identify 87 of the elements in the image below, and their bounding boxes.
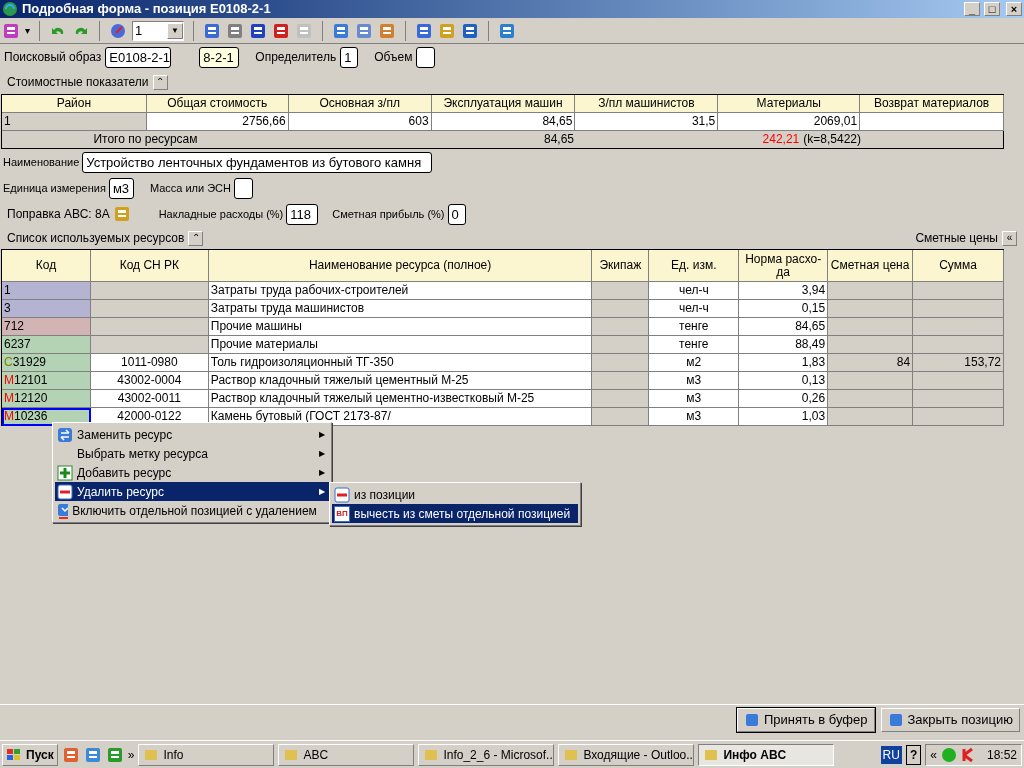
- table-cell: м3: [649, 408, 740, 426]
- submenu-arrow: ▶: [319, 485, 325, 498]
- determinant-field[interactable]: 1: [340, 46, 359, 68]
- menu-item[interactable]: Добавить ресурс ▶: [55, 463, 329, 482]
- minus-icon: [57, 483, 73, 500]
- menu-item[interactable]: Включить отдельной позицией с удалением: [55, 501, 329, 520]
- table-cell: 1: [2, 113, 147, 131]
- volume-field[interactable]: [416, 46, 436, 68]
- submenu-arrow: ▶: [319, 447, 325, 460]
- accept-button[interactable]: Принять в буфер: [736, 707, 875, 732]
- section-title: Стоимостные показатели: [7, 74, 149, 91]
- taskbar-button[interactable]: ABC: [278, 743, 415, 766]
- table-cell: [592, 282, 650, 300]
- profit-label: Сметная прибыль (%): [332, 206, 445, 222]
- taskbar-button[interactable]: Инфо ABC: [698, 743, 835, 766]
- clock: 18:52: [986, 746, 1017, 764]
- mass-label: Масса или ЭСН: [149, 180, 231, 196]
- code-cell[interactable]: М10236: [2, 408, 91, 426]
- overhead-field[interactable]: 118: [286, 203, 319, 225]
- windows-logo: [6, 747, 22, 762]
- window-title: Подробная форма - позиция Е0108-2-1: [22, 0, 272, 19]
- prices-label: Сметные цены: [915, 230, 998, 247]
- tray-expand: «: [930, 746, 937, 764]
- total-label: Итого по ресурсам: [92, 131, 199, 148]
- total-machines: 84,65: [542, 131, 575, 148]
- volume-label: Объем: [374, 49, 413, 66]
- language-indicator: RU: [880, 745, 902, 764]
- swap-icon: [57, 426, 73, 443]
- coefficient: (k=8,5422): [803, 131, 861, 148]
- code-cell[interactable]: М12101: [2, 372, 91, 390]
- section-title: Список используемых ресурсов: [7, 230, 185, 247]
- code-cell[interactable]: 712: [2, 318, 91, 336]
- submenu-arrow: ▶: [319, 428, 325, 441]
- search-label: Поисковый образ: [4, 49, 102, 66]
- maximize-button[interactable]: □: [984, 2, 1000, 16]
- taskbar-button[interactable]: Info_2_6 - Microsof...: [418, 743, 555, 766]
- menu-item[interactable]: Заменить ресурс ▶: [55, 425, 329, 444]
- taskbar-button[interactable]: Входящие - Outloo...: [558, 743, 695, 766]
- submenu-arrow: ▶: [319, 466, 325, 479]
- menu-item[interactable]: Удалить ресурс ▶: [55, 482, 329, 501]
- total-materials: 242,21: [762, 131, 800, 148]
- unit-label: Единица измерения: [3, 180, 106, 196]
- taskbar-button[interactable]: Info: [138, 743, 275, 766]
- close-button[interactable]: ×: [1006, 2, 1022, 16]
- plus-icon: [57, 464, 73, 481]
- table-cell: [592, 354, 650, 372]
- code-cell[interactable]: 1: [2, 282, 91, 300]
- code-cell[interactable]: С31929: [2, 354, 91, 372]
- menu-item[interactable]: из позиции: [332, 485, 578, 504]
- code-cell[interactable]: М12120: [2, 390, 91, 408]
- compass-icon[interactable]: [109, 21, 127, 40]
- minus-icon: [334, 486, 350, 503]
- table-cell: [592, 372, 650, 390]
- unit-field[interactable]: м3: [108, 177, 134, 199]
- overhead-label: Накладные расходы (%): [158, 206, 284, 222]
- name-field[interactable]: Устройство ленточных фундаментов из бутового камня: [82, 151, 433, 173]
- dropdown-arrow: ▾: [25, 24, 30, 38]
- menu-item[interactable]: ВП вычесть из сметы отдельной позицией: [332, 504, 578, 523]
- download-icon: [57, 502, 69, 519]
- help-icon: ?: [905, 744, 922, 765]
- network-icon[interactable]: [940, 746, 957, 763]
- code-cell[interactable]: 3: [2, 300, 91, 318]
- table-cell: [592, 408, 650, 426]
- code-field[interactable]: 8-2-1: [199, 46, 240, 68]
- minimize-button[interactable]: _: [964, 2, 980, 16]
- determinant-label: Определитель: [255, 49, 337, 66]
- position-badge-icon: ВП: [334, 505, 350, 522]
- table-cell: [592, 390, 650, 408]
- table-cell: [592, 300, 650, 318]
- level-combo[interactable]: 1 ▼: [132, 20, 184, 41]
- more-indicator: »: [127, 746, 135, 764]
- expand-button[interactable]: «: [1002, 230, 1017, 246]
- search-field[interactable]: Е0108-2-1: [105, 46, 172, 68]
- table-cell: 84: [828, 354, 914, 372]
- table-cell: [592, 336, 650, 354]
- collapse-button[interactable]: ⌃: [152, 74, 168, 90]
- table-cell: [592, 318, 650, 336]
- profit-field[interactable]: 0: [447, 203, 466, 225]
- code-cell[interactable]: 6237: [2, 336, 91, 354]
- collapse-button[interactable]: ⌃: [188, 230, 204, 246]
- table-cell: 153,72: [913, 354, 1004, 372]
- close-position-button[interactable]: Закрыть позицию: [880, 707, 1020, 732]
- mass-field[interactable]: [234, 177, 253, 199]
- name-label: Наименование: [3, 154, 80, 170]
- menu-item[interactable]: Выбрать метку ресурса ▶: [55, 444, 329, 463]
- correction-label: Поправка АВС: 8А: [7, 206, 110, 223]
- start-button[interactable]: Пуск: [2, 743, 58, 766]
